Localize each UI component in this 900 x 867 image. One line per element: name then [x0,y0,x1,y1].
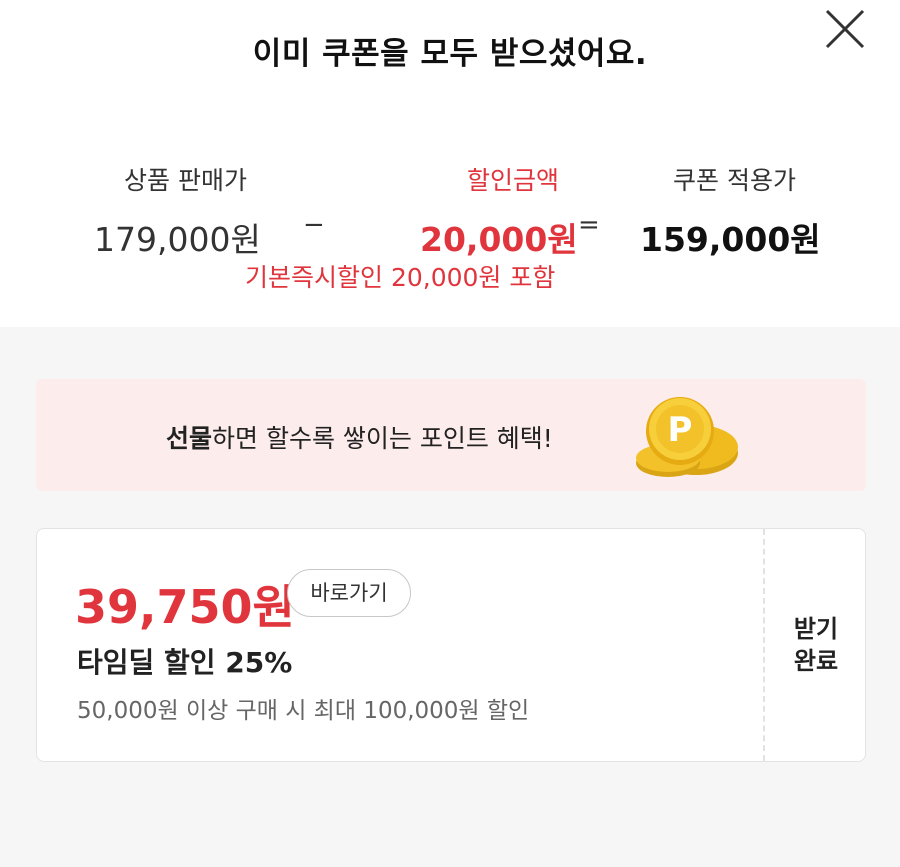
close-icon [825,9,865,49]
summary-panel: 이미 쿠폰을 모두 받으셨어요. 상품 판매가 할인금액 쿠폰 적용가 179,… [0,0,900,327]
status-line-2: 완료 [793,647,839,675]
equals-sign: = [578,210,600,240]
discount-note: 기본즉시할인 20,000원 포함 [245,263,556,292]
banner-text: 선물하면 할수록 쌓이는 포인트 혜택! [166,419,553,455]
coupon-price: 39,750원 [75,580,295,634]
price-value: 179,000원 [94,220,261,259]
banner-message: 하면 할수록 쌓이는 포인트 혜택! [212,424,553,453]
final-price-label: 쿠폰 적용가 [673,166,796,195]
dialog-title: 이미 쿠폰을 모두 받으셨어요. [252,36,648,72]
point-benefit-banner[interactable]: 선물하면 할수록 쌓이는 포인트 혜택! P [36,379,866,491]
coin-letter: P [668,410,693,450]
discount-label: 할인금액 [467,166,560,195]
coupon-card: 39,750원 바로가기 타임딜 할인 25% 50,000원 이상 구매 시 … [36,528,866,762]
final-price-value: 159,000원 [640,220,821,259]
coupon-received-status: 받기 완료 [767,613,865,677]
goto-button[interactable]: 바로가기 [287,569,411,617]
coupon-description: 50,000원 이상 구매 시 최대 100,000원 할인 [77,698,530,724]
close-button[interactable] [823,7,867,51]
coupon-divider [763,529,765,761]
coupon-name: 타임딜 할인 25% [77,646,293,679]
price-label: 상품 판매가 [124,166,247,195]
point-coin-icon: P [628,391,748,483]
minus-sign: − [303,210,325,240]
discount-value: 20,000원 [420,220,578,259]
status-line-1: 받기 [793,615,839,643]
banner-highlight: 선물 [166,424,213,453]
